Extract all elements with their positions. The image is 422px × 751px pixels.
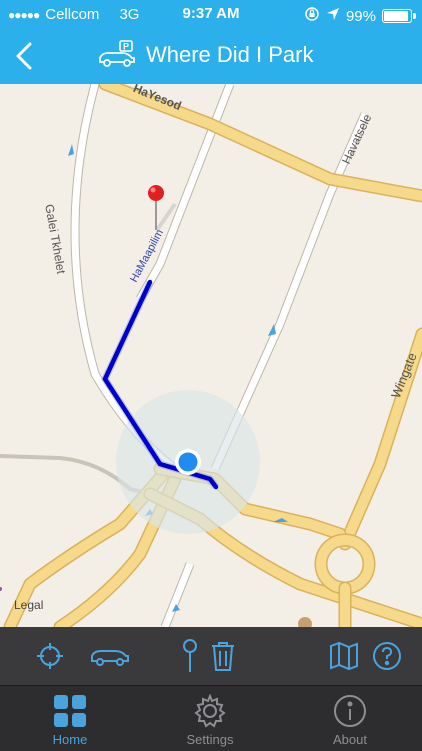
car-icon	[91, 650, 129, 666]
trash-icon	[212, 642, 234, 671]
car-parking-icon: P	[99, 40, 135, 67]
nav-title-group: P Where Did I Park	[96, 40, 314, 70]
tab-about-label: About	[333, 732, 367, 747]
map-view[interactable]: HaYesod Havatsele Galei Tkhelet HaMaapil…	[0, 84, 422, 627]
tab-about[interactable]: About	[280, 686, 420, 751]
map-canvas	[0, 84, 422, 627]
info-icon	[334, 695, 366, 727]
chevron-left-icon	[16, 42, 32, 70]
drop-pin-button[interactable]	[178, 637, 202, 675]
map-toolbar	[0, 627, 422, 685]
poi-marker	[298, 617, 312, 627]
delete-button[interactable]	[208, 637, 238, 675]
battery-percent: 99%	[345, 7, 376, 25]
parked-pin[interactable]	[148, 185, 177, 232]
help-button[interactable]	[370, 637, 404, 675]
crosshair-icon	[37, 643, 63, 669]
status-bar: ●●●●● Cellcom 3G 9:37 AM 99%	[0, 0, 422, 28]
help-icon	[373, 642, 401, 670]
tab-home[interactable]: Home	[0, 686, 140, 751]
tab-bar: Home Settings About	[0, 685, 422, 751]
main-roads	[3, 84, 422, 627]
nav-bar: P Where Did I Park	[0, 28, 422, 84]
current-location-dot	[175, 449, 201, 475]
tab-settings[interactable]: Settings	[140, 686, 280, 751]
back-button[interactable]	[6, 36, 42, 76]
tab-home-label: Home	[52, 732, 88, 747]
pin-icon	[183, 639, 197, 672]
gear-icon	[194, 694, 226, 728]
home-grid-icon	[54, 695, 86, 727]
car-location-button[interactable]	[88, 637, 132, 675]
battery-icon	[382, 9, 416, 23]
tab-settings-label: Settings	[186, 732, 234, 747]
status-right: 99%	[304, 6, 416, 26]
locate-me-button[interactable]	[32, 637, 68, 675]
map-legal-link[interactable]: Legal	[14, 598, 43, 612]
rotation-lock-icon	[304, 6, 320, 26]
page-title: Where Did I Park	[146, 42, 314, 67]
map-icon	[330, 641, 358, 671]
svg-text:P: P	[123, 42, 129, 52]
location-arrow-icon	[326, 7, 340, 25]
map-type-button[interactable]	[328, 637, 360, 675]
